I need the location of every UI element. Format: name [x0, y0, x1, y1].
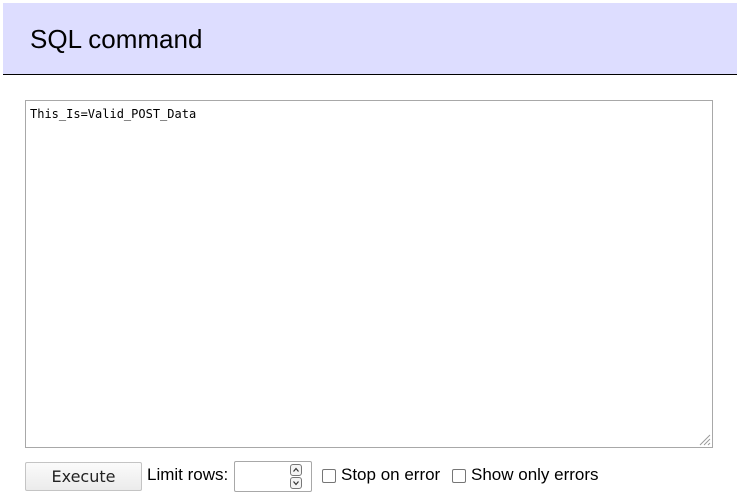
show-only-errors-checkbox[interactable] [452, 469, 466, 483]
limit-rows-field[interactable] [234, 461, 312, 492]
spin-down-icon[interactable] [290, 477, 302, 489]
page-header: SQL command [3, 3, 737, 75]
limit-rows-input[interactable] [237, 464, 293, 489]
page-title: SQL command [30, 24, 203, 54]
execute-button[interactable]: Execute [25, 462, 142, 491]
sql-command-textarea[interactable]: This_Is=Valid_POST_Data [25, 100, 713, 448]
query-controls: Execute Limit rows: Stop on error Show o… [25, 461, 725, 492]
show-only-errors-label: Show only errors [471, 465, 599, 484]
stop-on-error-label: Stop on error [341, 465, 441, 484]
show-only-errors-option[interactable]: Show only errors [452, 465, 599, 485]
stop-on-error-checkbox[interactable] [322, 469, 336, 483]
stop-on-error-option[interactable]: Stop on error [322, 465, 440, 485]
limit-rows-label: Limit rows: [147, 465, 229, 484]
resize-grip-icon[interactable] [698, 433, 711, 446]
spin-up-icon[interactable] [290, 464, 302, 476]
